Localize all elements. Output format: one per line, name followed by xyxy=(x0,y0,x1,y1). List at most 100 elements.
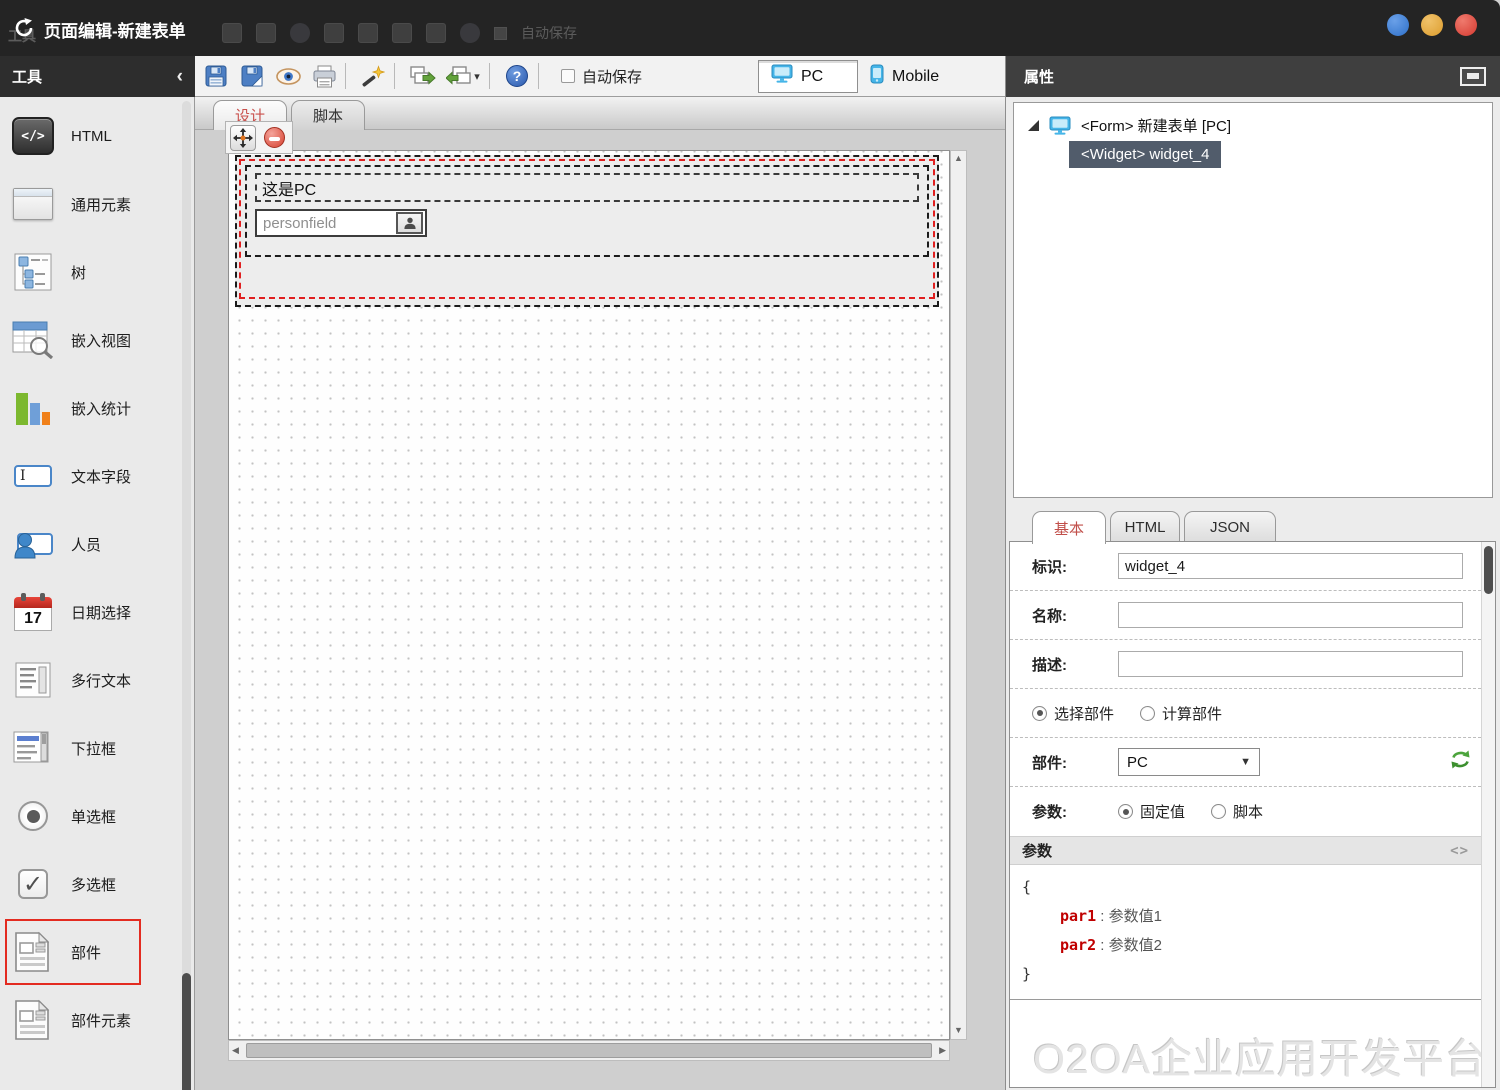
mobile-phone-icon xyxy=(870,64,884,89)
date-picker-icon xyxy=(11,590,55,634)
sidebar-item-embed-stat[interactable]: 嵌入统计 xyxy=(5,375,141,441)
tree-node-widget-selected[interactable]: <Widget> widget_4 xyxy=(1069,141,1222,168)
identifier-input[interactable] xyxy=(1118,553,1463,579)
params-code-block[interactable]: { par1 : 参数值1 par2 : 参数值2 } xyxy=(1010,865,1481,1000)
refresh-widget-icon[interactable] xyxy=(1450,749,1471,775)
device-tab-pc[interactable]: PC xyxy=(758,60,858,93)
row-param-mode: 参数: 固定值 脚本 xyxy=(1032,804,1264,821)
ghost-toolbar: 自动保存 xyxy=(222,18,577,48)
save-as-button[interactable] xyxy=(237,61,267,91)
toolbar-separator xyxy=(345,63,346,89)
remove-widget-button[interactable] xyxy=(261,125,287,151)
scroll-left-icon[interactable]: ◀ xyxy=(232,1045,239,1056)
expander-icon[interactable] xyxy=(1028,120,1039,131)
properties-header: 属性 xyxy=(1006,56,1500,97)
sidebar-item-date-picker[interactable]: 日期选择 xyxy=(5,579,141,645)
tab-basic[interactable]: 基本 xyxy=(1032,511,1106,544)
person-icon xyxy=(11,522,55,566)
sidebar-item-list: HTML 通用元素 树 嵌入视图 xyxy=(0,101,180,1090)
move-widget-button[interactable] xyxy=(230,124,256,151)
save-button[interactable] xyxy=(201,61,231,91)
canvas-horizontal-scrollbar[interactable]: ◀ ▶ xyxy=(228,1040,950,1061)
generic-element-icon xyxy=(11,182,55,226)
textarea-icon xyxy=(11,658,55,702)
property-scrollbar[interactable] xyxy=(1481,542,1495,1087)
sidebar-item-select[interactable]: 下拉框 xyxy=(5,715,141,781)
name-input[interactable] xyxy=(1118,602,1463,628)
properties-panel: 属性 <Form> 新建表单 [PC] <Widget> widget_4 基本… xyxy=(1005,56,1500,1090)
row-widget-select: 部件: PC ▼ xyxy=(1010,738,1481,787)
tree-node-form[interactable]: <Form> 新建表单 [PC] xyxy=(1028,115,1231,136)
tab-script[interactable]: 脚本 xyxy=(291,100,365,130)
autosave-checkbox[interactable] xyxy=(561,69,575,83)
property-scroll-thumb[interactable] xyxy=(1484,546,1493,594)
script-radio[interactable] xyxy=(1211,804,1227,819)
toolbar-separator xyxy=(489,63,490,89)
sidebar-item-generic-element[interactable]: 通用元素 xyxy=(5,171,141,237)
element-tree: <Form> 新建表单 [PC] <Widget> widget_4 xyxy=(1013,102,1493,498)
scroll-up-icon[interactable]: ▲ xyxy=(951,153,966,163)
radio-icon xyxy=(11,794,55,838)
canvas-vertical-scrollbar[interactable]: ▲ ▼ xyxy=(950,150,967,1040)
print-button[interactable] xyxy=(309,61,339,91)
scroll-down-icon[interactable]: ▼ xyxy=(951,1025,966,1035)
person-picker-button[interactable] xyxy=(396,212,423,234)
sidebar-header-label: 工具 xyxy=(12,69,43,86)
code-edit-icon[interactable]: <> xyxy=(1450,843,1469,859)
refresh-logo-icon xyxy=(12,16,36,40)
person-field[interactable]: personfield xyxy=(255,209,427,237)
scroll-right-icon[interactable]: ▶ xyxy=(939,1045,946,1056)
sidebar-item-radio[interactable]: 单选框 xyxy=(5,783,141,849)
panel-toggle-icon[interactable] xyxy=(1460,67,1486,86)
autosave-option: 自动保存 xyxy=(561,66,642,87)
sidebar-item-embed-view[interactable]: 嵌入视图 xyxy=(5,307,141,373)
sidebar-item-text-field[interactable]: 文本字段 xyxy=(5,443,141,509)
ghost-wand-icon xyxy=(358,23,378,43)
help-button[interactable] xyxy=(502,61,532,91)
sidebar-scrollbar[interactable] xyxy=(182,101,191,1090)
ghost-saveas-icon xyxy=(256,23,276,43)
tab-json[interactable]: JSON xyxy=(1184,511,1276,542)
collapse-sidebar-icon[interactable]: ‹ xyxy=(177,66,183,88)
select-icon xyxy=(11,726,55,770)
ghost-export-icon xyxy=(392,23,412,43)
page-title: 页面编辑-新建表单 xyxy=(44,22,186,41)
widget-select[interactable]: PC ▼ xyxy=(1118,748,1260,776)
designer-tabbar: 设计 脚本 xyxy=(195,97,1005,130)
sidebar-item-person[interactable]: 人员 xyxy=(5,511,141,577)
sidebar-item-checkbox[interactable]: 多选框 xyxy=(5,851,141,917)
horizontal-scroll-thumb[interactable] xyxy=(246,1043,932,1058)
import-button[interactable]: ▾ xyxy=(443,61,483,91)
widget-text-element[interactable]: 这是PC xyxy=(255,173,919,202)
window-button-orange[interactable] xyxy=(1421,14,1443,36)
ghost-help-icon xyxy=(460,23,480,43)
preview-eye-button[interactable] xyxy=(273,61,303,91)
form-boundary[interactable]: 这是PC personfield xyxy=(235,155,939,307)
sidebar-item-html[interactable]: HTML xyxy=(5,103,141,169)
text-field-icon xyxy=(11,454,55,498)
window-button-red[interactable] xyxy=(1455,14,1477,36)
fixed-value-radio[interactable] xyxy=(1118,804,1133,819)
ghost-import-icon xyxy=(426,23,446,43)
select-caret-icon: ▼ xyxy=(1240,756,1251,768)
sidebar-scrollbar-thumb[interactable] xyxy=(182,973,191,1090)
wand-button[interactable] xyxy=(358,61,388,91)
form-canvas[interactable]: 这是PC personfield xyxy=(228,150,950,1040)
sidebar-item-widget-element[interactable]: 部件元素 xyxy=(5,987,141,1053)
import-dropdown-caret[interactable]: ▾ xyxy=(474,70,480,83)
params-open-brace: { xyxy=(1022,878,1032,896)
export-button[interactable] xyxy=(407,61,437,91)
window-button-blue[interactable] xyxy=(1387,14,1409,36)
tab-html[interactable]: HTML xyxy=(1110,511,1180,542)
device-tab-mobile[interactable]: Mobile xyxy=(858,60,958,93)
description-input[interactable] xyxy=(1118,651,1463,677)
select-widget-radio[interactable] xyxy=(1032,705,1047,721)
calc-widget-radio[interactable] xyxy=(1140,705,1156,721)
sidebar-item-tree[interactable]: 树 xyxy=(5,239,141,305)
sidebar-item-textarea[interactable]: 多行文本 xyxy=(5,647,141,713)
ghost-save-icon xyxy=(222,23,242,43)
toolbar-separator xyxy=(394,63,395,89)
selected-widget-outline[interactable]: 这是PC personfield xyxy=(239,159,935,299)
sidebar-item-widget[interactable]: 部件 xyxy=(5,919,141,985)
widget-content[interactable]: 这是PC personfield xyxy=(245,165,929,257)
